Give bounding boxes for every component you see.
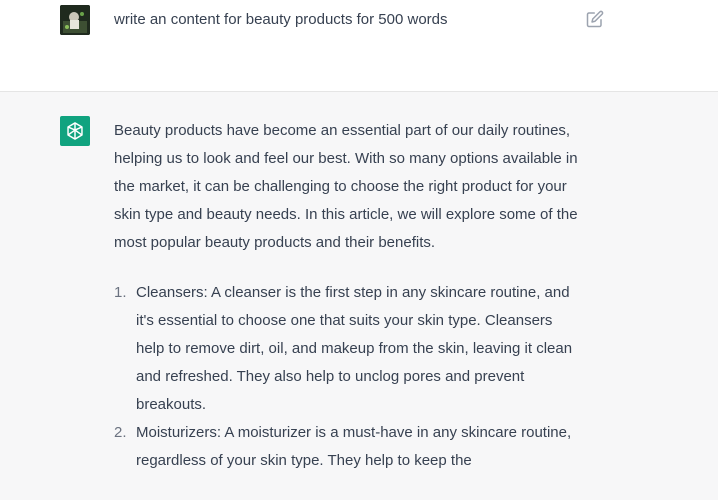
edit-icon	[586, 10, 604, 28]
user-avatar	[60, 5, 90, 35]
user-prompt-text: write an content for beauty products for…	[114, 11, 448, 28]
assistant-avatar	[60, 116, 90, 146]
list-item: 2. Moisturizers: A moisturizer is a must…	[114, 419, 584, 475]
response-intro: Beauty products have become an essential…	[114, 122, 578, 251]
list-item-number: 2.	[114, 424, 127, 441]
user-message-row: write an content for beauty products for…	[0, 0, 718, 92]
assistant-message-row: Beauty products have become an essential…	[0, 92, 718, 500]
response-list: 1. Cleansers: A cleanser is the first st…	[114, 279, 584, 475]
list-item-text: Cleansers: A cleanser is the first step …	[136, 284, 573, 413]
edit-message-button[interactable]	[586, 10, 604, 28]
list-item: 1. Cleansers: A cleanser is the first st…	[114, 279, 584, 419]
list-item-number: 1.	[114, 284, 127, 301]
openai-logo-icon	[67, 122, 83, 140]
assistant-response: Beauty products have become an essential…	[114, 117, 584, 475]
list-item-text: Moisturizers: A moisturizer is a must-ha…	[136, 424, 572, 469]
